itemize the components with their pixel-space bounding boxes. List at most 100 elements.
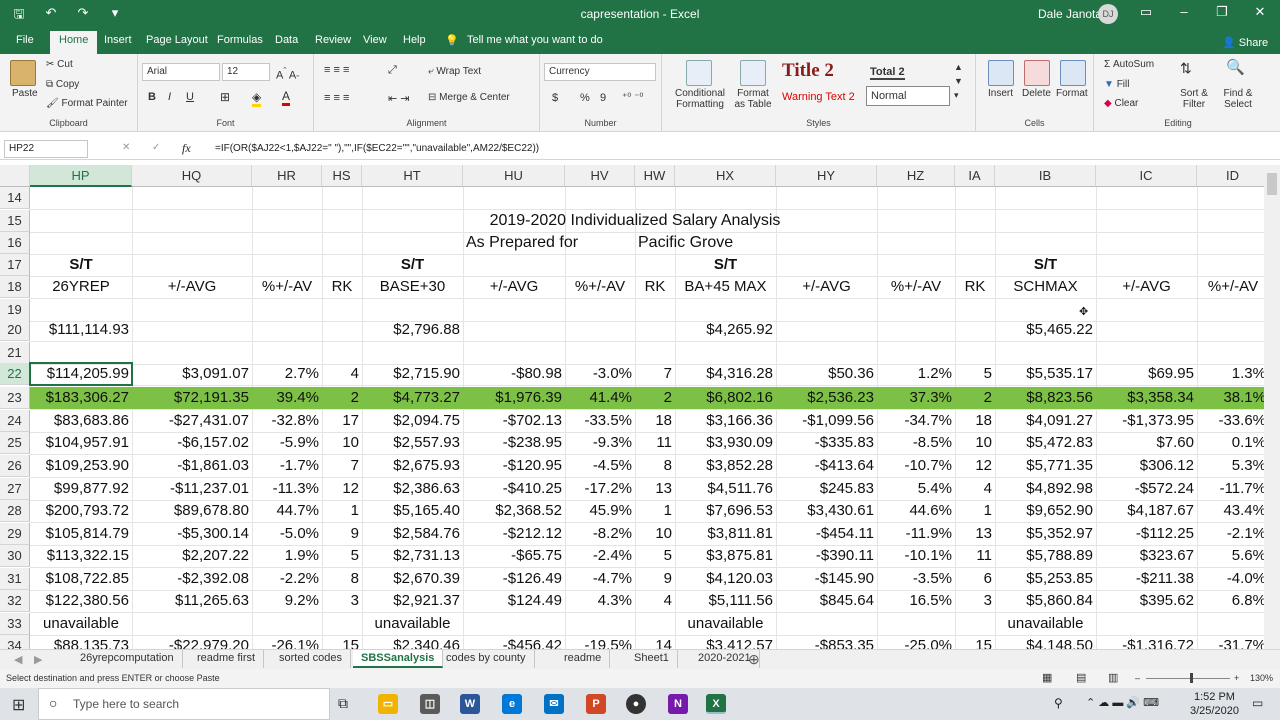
zoom-slider-thumb[interactable] [1190,673,1193,683]
data-cell[interactable]: $2,670.39 [362,568,463,590]
data-cell[interactable]: -$112.25 [1096,523,1197,545]
font-color-icon[interactable]: A [282,89,291,106]
style-total-2[interactable]: Total 2 [870,66,905,80]
insert-function-button[interactable]: fx [182,141,191,156]
borders-icon[interactable]: ⊞ [220,90,230,104]
data-cell[interactable]: $3,852.28 [675,455,776,477]
data-cell[interactable]: 1 [322,500,362,522]
delete-cells-button[interactable]: Delete [1022,88,1051,99]
data-cell[interactable]: -$1,861.03 [132,455,252,477]
store-icon[interactable]: ◫ [420,694,440,714]
data-cell[interactable]: $5,253.85 [995,568,1096,590]
unavailable-cell[interactable]: unavailable [30,613,132,635]
data-cell[interactable]: 4.3% [565,590,635,612]
data-cell[interactable]: $5,352.97 [995,523,1096,545]
data-cell[interactable]: 2.7% [252,363,322,385]
data-cell[interactable]: -4.7% [565,568,635,590]
data-cell[interactable]: 14 [635,635,675,649]
tab-file[interactable]: File [16,34,34,46]
page-break-view-icon[interactable]: ▥ [1108,671,1118,684]
italic-button[interactable]: I [168,91,171,103]
unavailable-cell[interactable]: unavailable [362,613,463,635]
data-cell[interactable]: $2,207.22 [132,545,252,567]
data-cell[interactable]: 15 [322,635,362,649]
column-label[interactable]: +/-AVG [132,276,252,298]
data-cell[interactable]: 13 [635,478,675,500]
data-cell[interactable]: -$65.75 [463,545,565,567]
data-cell[interactable]: $245.83 [776,478,877,500]
row-header-15[interactable]: 15 [0,210,30,232]
column-label[interactable]: %+/-AV [252,276,322,298]
column-header-hz[interactable]: HZ [877,165,955,187]
unavailable-cell[interactable]: unavailable [995,613,1096,635]
row-header-25[interactable]: 25 [0,432,30,454]
data-cell[interactable]: -4.5% [565,455,635,477]
st-label[interactable]: S/T [30,254,132,276]
data-cell[interactable]: -17.2% [565,478,635,500]
data-cell[interactable]: $183,306.27 [30,387,132,409]
sheet-tab-readme[interactable]: readme [556,650,611,668]
data-cell[interactable]: $88,135.73 [30,635,132,649]
data-cell[interactable]: $69.95 [1096,363,1197,385]
data-cell[interactable]: $6,802.16 [675,387,776,409]
data-cell[interactable]: 37.3% [877,387,955,409]
data-cell[interactable]: $8,823.56 [995,387,1096,409]
row-header-33[interactable]: 33 [0,613,30,635]
insert-cells-button[interactable]: Insert [988,88,1013,99]
data-cell[interactable]: $4,892.98 [995,478,1096,500]
column-label[interactable]: BASE+30 [362,276,463,298]
data-cell[interactable]: $2,584.76 [362,523,463,545]
data-cell[interactable]: 5.4% [877,478,955,500]
taskbar-search-box[interactable]: ○ Type here to search [38,688,330,720]
row-header-20[interactable]: 20 [0,319,30,341]
percent-button[interactable]: % [580,92,590,104]
tab-data[interactable]: Data [275,34,298,46]
data-cell[interactable]: $9,652.90 [995,500,1096,522]
row-header-34[interactable]: 34 [0,635,30,649]
data-cell[interactable]: $3,358.34 [1096,387,1197,409]
data-cell[interactable]: -8.2% [565,523,635,545]
column-header-hp[interactable]: HP [30,165,132,187]
data-cell[interactable]: $105,814.79 [30,523,132,545]
tab-review[interactable]: Review [315,34,351,46]
clock[interactable]: 1:52 PM 3/25/2020 [1190,690,1239,718]
data-cell[interactable]: 6.8% [1197,590,1269,612]
data-cell[interactable]: -$145.90 [776,568,877,590]
fill-button[interactable]: ▼ Fill [1104,79,1129,90]
data-cell[interactable]: $89,678.80 [132,500,252,522]
font-name-select[interactable]: Arial [142,63,220,81]
data-cell[interactable]: -33.5% [565,410,635,432]
row-header-29[interactable]: 29 [0,523,30,545]
data-cell[interactable]: 0.1% [1197,432,1269,454]
data-cell[interactable]: -31.7% [1197,635,1269,649]
column-header-hq[interactable]: HQ [132,165,252,187]
format-as-table-button[interactable]: Format as Table [732,88,774,110]
data-cell[interactable]: $72,191.35 [132,387,252,409]
data-cell[interactable]: -11.7% [1197,478,1269,500]
sort-filter-icon[interactable]: ⇅ [1180,60,1192,77]
data-cell[interactable]: 17 [322,410,362,432]
align-left-icon[interactable]: ≡ ≡ ≡ [324,92,349,104]
zoom-level[interactable]: 130% [1250,673,1273,683]
font-size-select[interactable]: 12 [222,63,270,81]
delete-cells-icon[interactable] [1024,60,1050,86]
data-cell[interactable]: -34.7% [877,410,955,432]
data-cell[interactable]: $7,696.53 [675,500,776,522]
page-layout-view-icon[interactable]: ▤ [1076,671,1086,684]
data-cell[interactable]: $3,091.07 [132,363,252,385]
data-cell[interactable]: -$211.38 [1096,568,1197,590]
data-cell[interactable]: 7 [322,455,362,477]
data-cell[interactable]: $2,675.93 [362,455,463,477]
sort-filter-button[interactable]: Sort & Filter [1174,88,1214,110]
data-cell[interactable]: 41.4% [565,387,635,409]
data-cell[interactable]: $200,793.72 [30,500,132,522]
style-warning-text-2[interactable]: Warning Text 2 [782,91,855,103]
data-cell[interactable]: $2,094.75 [362,410,463,432]
data-cell[interactable]: -19.5% [565,635,635,649]
data-cell[interactable]: 9 [635,568,675,590]
data-cell[interactable]: $5,535.17 [995,363,1096,385]
data-cell[interactable]: 2 [322,387,362,409]
column-header-ib[interactable]: IB [995,165,1096,187]
excel-icon[interactable]: X [706,694,726,714]
data-cell[interactable]: $11,265.63 [132,590,252,612]
